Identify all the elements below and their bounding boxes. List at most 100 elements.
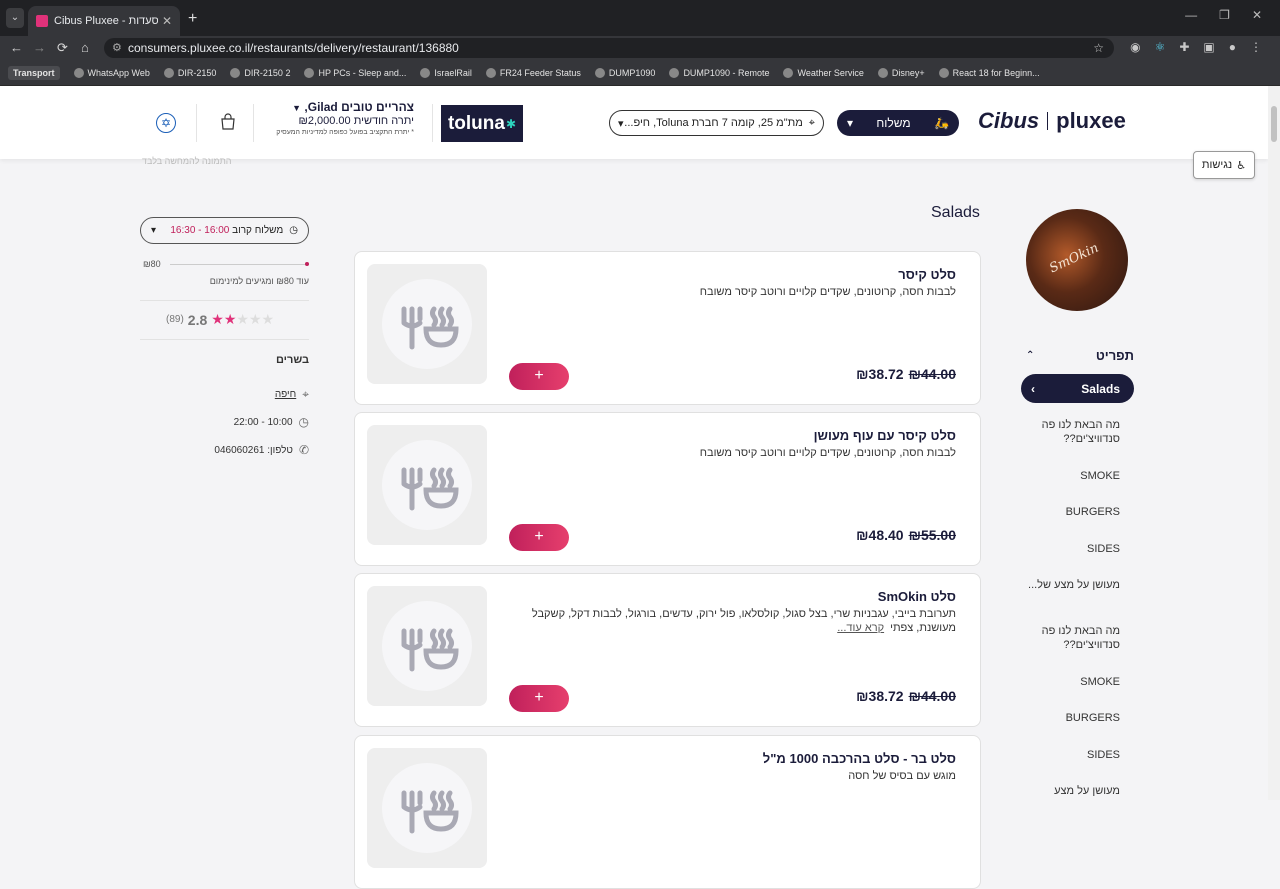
city-row[interactable]: ⌖ חיפה bbox=[140, 387, 309, 402]
close-tab-icon[interactable]: ✕ bbox=[162, 14, 172, 28]
bookmark-item[interactable]: HP PCs - Sleep and... bbox=[304, 67, 406, 78]
minimize-icon[interactable]: — bbox=[1185, 8, 1197, 22]
menu-item-card[interactable]: סלט קיסר עם עוף מעושן לבבות חסה, קרוטונים… bbox=[354, 412, 981, 566]
home-icon[interactable]: ⌂ bbox=[81, 40, 89, 55]
accessibility-button[interactable]: נגישות ♿ bbox=[1193, 151, 1255, 179]
rating-score: 2.8 bbox=[187, 311, 208, 328]
browser-tab-active[interactable]: Cibus Pluxee - הנחות במסעדות ✕ bbox=[28, 6, 180, 36]
reload-icon[interactable]: ⟳ bbox=[57, 40, 68, 56]
restore-icon[interactable]: ❐ bbox=[1219, 8, 1230, 22]
item-description: מוגש עם בסיס של חסה bbox=[516, 769, 956, 783]
add-to-cart-button[interactable]: + bbox=[509, 524, 569, 551]
extension-icon[interactable]: ◉ bbox=[1130, 40, 1140, 54]
bookmark-label: Transport bbox=[13, 67, 55, 78]
bookmark-item[interactable]: DUMP1090 - Remote bbox=[669, 67, 770, 78]
forward-icon[interactable]: → bbox=[33, 40, 46, 55]
bookmark-label: DUMP1090 - Remote bbox=[683, 67, 770, 78]
back-icon[interactable]: ← bbox=[10, 40, 23, 55]
food-plate-icon bbox=[382, 279, 472, 369]
logo-pluxee: pluxee bbox=[1056, 108, 1126, 133]
address-text: מת"מ 25, קומה 7 חברת Toluna, חיפ... bbox=[624, 117, 803, 129]
bookmark-item[interactable]: FR24 Feeder Status bbox=[485, 67, 581, 78]
bookmark-item[interactable]: React 18 for Beginn... bbox=[938, 67, 1040, 78]
category-item[interactable]: SIDES bbox=[1020, 748, 1120, 762]
extensions-area: ◉ ⚛ ✚ ▣ ● ⋮ bbox=[1130, 40, 1262, 54]
category-active-label: Salads bbox=[1081, 381, 1120, 396]
category-active[interactable]: ‹ Salads bbox=[1021, 374, 1134, 403]
toluna-logo-text: toluna bbox=[447, 112, 505, 134]
bookmark-item[interactable]: Disney+ bbox=[877, 67, 925, 78]
divider bbox=[140, 339, 309, 340]
category-item[interactable]: מעושן על מצע של... bbox=[1020, 578, 1120, 592]
phone-number[interactable]: טלפון: 046060261 bbox=[214, 445, 293, 456]
clock-icon: ◷ bbox=[298, 415, 309, 429]
bookmark-folder[interactable]: Transport bbox=[8, 65, 60, 80]
delivery-time-select[interactable]: ◷ משלוח קרוב 16:00 - 16:30 ▾ bbox=[140, 217, 309, 244]
location-pin-icon: ⌖ bbox=[808, 116, 815, 129]
profile-avatar[interactable]: ● bbox=[1229, 40, 1236, 54]
menu-item-card[interactable]: סלט בר - סלט בהרכבה 1000 מ"ל מוגש עם בסיס… bbox=[354, 735, 981, 889]
item-description-text: תערובת בייבי, עגבניות שרי, בצל סגול, קול… bbox=[531, 608, 956, 635]
bookmark-label: DUMP1090 bbox=[608, 67, 656, 78]
menu-item-card[interactable]: סלט SmOkin תערובת בייבי, עגבניות שרי, בצל… bbox=[354, 573, 981, 727]
item-prices: ₪44.00 ₪38.72 bbox=[856, 688, 956, 704]
menu-item-card[interactable]: סלט קיסר לבבות חסה, קרוטונים, שקדים קלויי… bbox=[354, 251, 981, 405]
site-header: Cibus pluxee ▾ משלוח 🛵 ⌖ מת"מ 25, קומה 7… bbox=[0, 86, 1268, 159]
url-bar[interactable]: ⚙ consumers.pluxee.co.il/restaurants/del… bbox=[104, 38, 1114, 58]
bookmark-favicon-icon bbox=[594, 67, 605, 78]
puzzle-icon[interactable]: ✚ bbox=[1179, 40, 1189, 54]
new-tab-icon[interactable]: + bbox=[188, 10, 197, 28]
react-extension-icon[interactable]: ⚛ bbox=[1155, 40, 1166, 54]
close-window-icon[interactable]: ✕ bbox=[1252, 8, 1262, 22]
sidepanel-icon[interactable]: ▣ bbox=[1203, 40, 1214, 54]
chevron-left-icon: ‹ bbox=[1031, 381, 1035, 396]
item-image-placeholder bbox=[367, 425, 487, 545]
bookmark-item[interactable]: DIR-2150 bbox=[163, 67, 217, 78]
category-item[interactable]: מעושן על מצע bbox=[1020, 784, 1120, 798]
category-item[interactable]: SMOKE bbox=[1020, 675, 1120, 689]
bookmark-favicon-icon bbox=[938, 67, 949, 78]
category-item[interactable]: SMOKE bbox=[1020, 469, 1120, 483]
read-more-link[interactable]: קרא עוד... bbox=[837, 622, 884, 634]
category-item[interactable]: מה הבאת לנו פה סנדוויצ'ים?? bbox=[1020, 624, 1120, 653]
item-description: תערובת בייבי, עגבניות שרי, בצל סגול, קול… bbox=[516, 607, 956, 636]
bookmark-label: WhatsApp Web bbox=[87, 67, 150, 78]
bookmark-item[interactable]: IsraelRail bbox=[420, 67, 472, 78]
add-to-cart-button[interactable]: + bbox=[509, 685, 569, 712]
site-info-icon[interactable]: ⚙ bbox=[112, 38, 122, 58]
bookmark-item[interactable]: Weather Service bbox=[783, 67, 864, 78]
wheelchair-icon: ♿ bbox=[1236, 159, 1247, 172]
bookmark-item[interactable]: DIR-2150 2 bbox=[230, 67, 291, 78]
category-item[interactable]: מה הבאת לנו פה סנדוויצ'ים?? bbox=[1020, 418, 1120, 447]
star-filled-icon: ★ bbox=[223, 311, 237, 327]
bookmark-label: DIR-2150 2 bbox=[244, 67, 291, 78]
city-link[interactable]: חיפה bbox=[275, 389, 296, 400]
scrollbar[interactable] bbox=[1268, 86, 1280, 800]
tab-list-icon[interactable]: ⌄ bbox=[6, 8, 24, 28]
menu-dots-icon[interactable]: ⋮ bbox=[1250, 40, 1262, 54]
phone-row[interactable]: ✆ טלפון: 046060261 bbox=[140, 443, 309, 457]
address-select[interactable]: ⌖ מת"מ 25, קומה 7 חברת Toluna, חיפ... ▾ bbox=[609, 110, 824, 136]
rating-stars: ★★★★★ bbox=[211, 311, 274, 328]
item-image-placeholder bbox=[367, 586, 487, 706]
bookmark-label: FR24 Feeder Status bbox=[499, 67, 581, 78]
item-old-price: ₪44.00 bbox=[908, 688, 956, 704]
bookmark-star-icon[interactable]: ☆ bbox=[1093, 38, 1104, 58]
bookmark-item[interactable]: DUMP1090 bbox=[594, 67, 656, 78]
menu-title: תפריט bbox=[1095, 348, 1134, 363]
category-item[interactable]: BURGERS bbox=[1020, 711, 1120, 725]
bookmark-label: DIR-2150 bbox=[177, 67, 217, 78]
add-to-cart-button[interactable]: + bbox=[509, 363, 569, 390]
category-item[interactable]: SIDES bbox=[1020, 542, 1120, 556]
user-greeting[interactable]: צהריים טובים Gilad, ▼ יתרה חודשית ₪2,000… bbox=[262, 100, 414, 138]
delivery-mode-select[interactable]: ▾ משלוח 🛵 bbox=[837, 110, 959, 136]
scrollbar-thumb[interactable] bbox=[1271, 106, 1277, 142]
pluxee-logo[interactable]: Cibus pluxee bbox=[978, 108, 1126, 134]
cart-icon[interactable] bbox=[219, 113, 237, 131]
language-flag-icon[interactable]: ✡ bbox=[156, 113, 176, 133]
scooter-icon: 🛵 bbox=[934, 116, 949, 130]
chevron-down-icon: ▾ bbox=[151, 225, 157, 236]
menu-header[interactable]: תפריט ⌃ bbox=[1026, 348, 1134, 363]
category-item[interactable]: BURGERS bbox=[1020, 505, 1120, 519]
bookmark-item[interactable]: WhatsApp Web bbox=[73, 67, 150, 78]
